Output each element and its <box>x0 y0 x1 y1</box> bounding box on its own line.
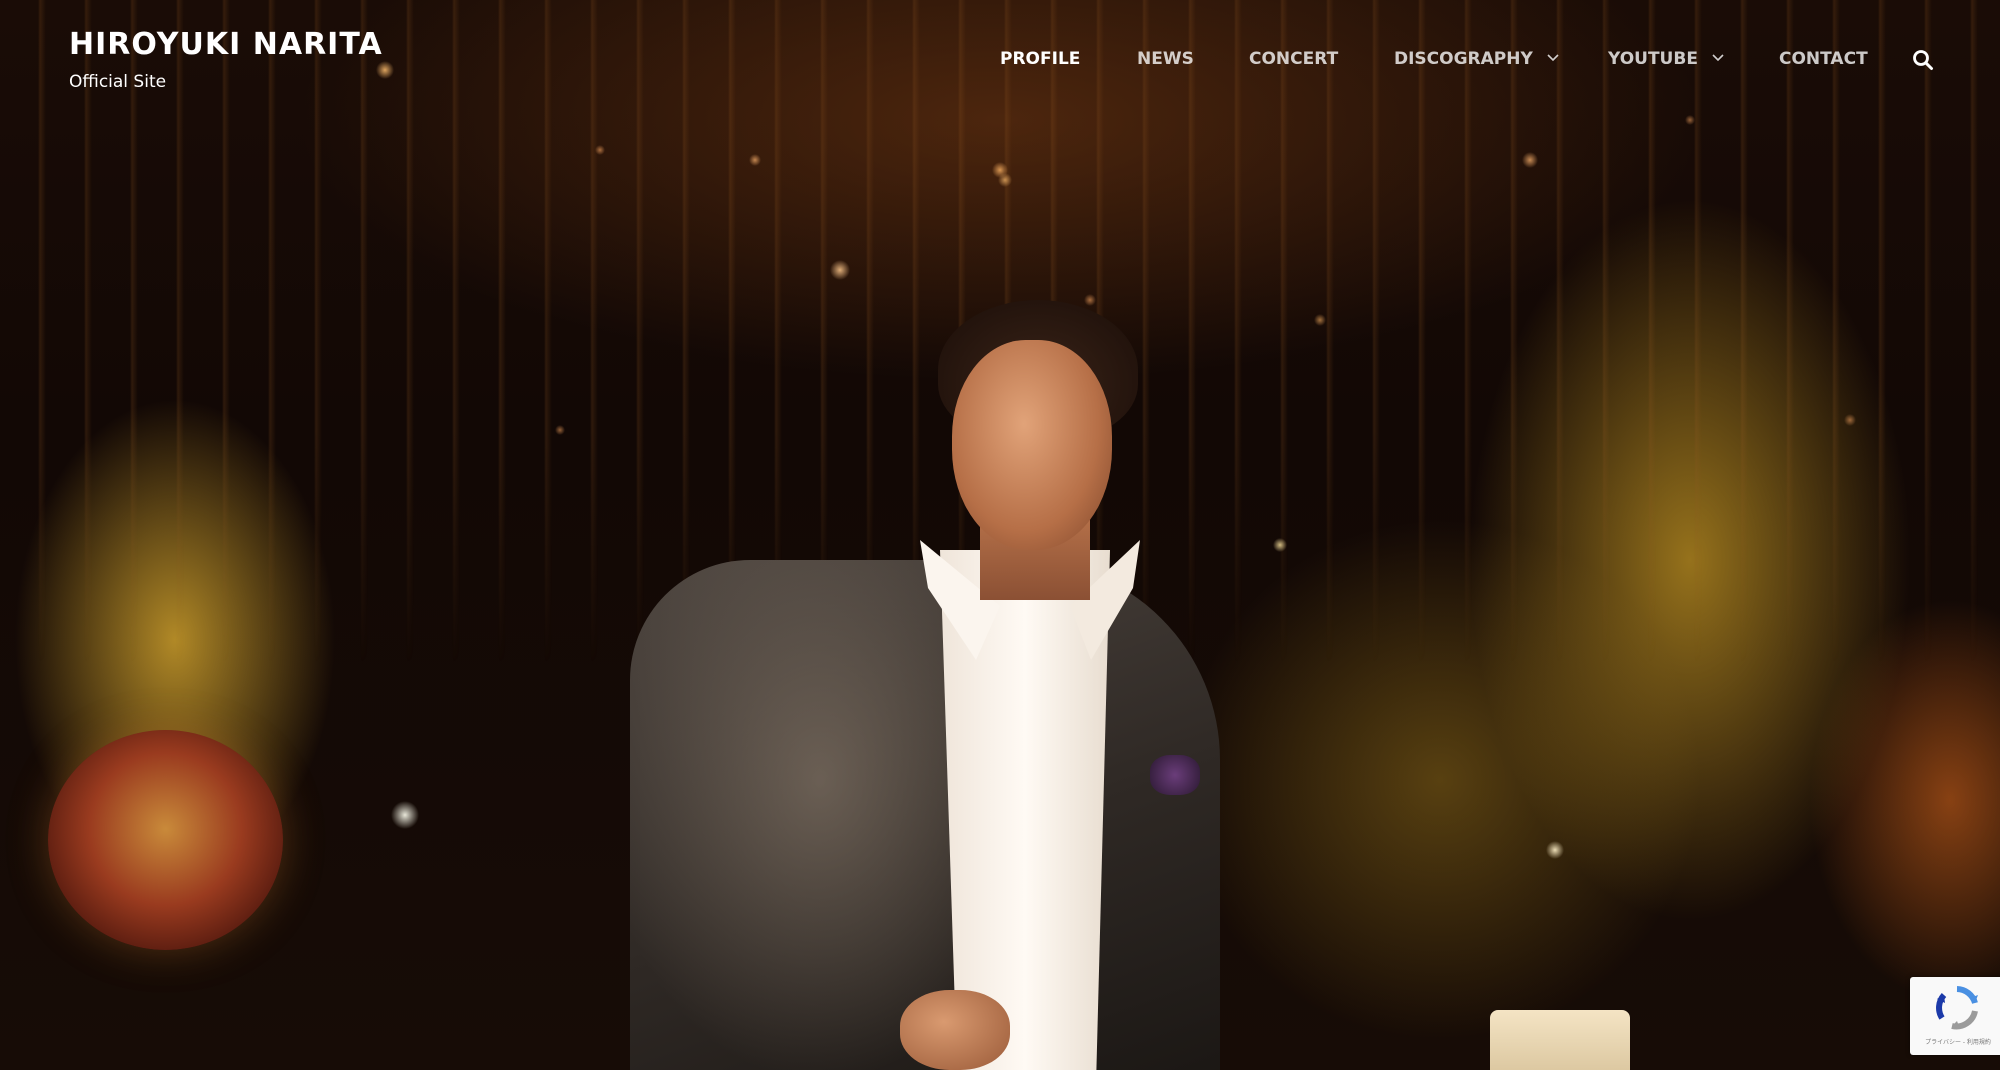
nav-item-label: DISCOGRAPHY <box>1394 49 1533 69</box>
search-icon <box>1913 50 1933 70</box>
nav-item-profile[interactable]: PROFILE <box>1000 47 1080 71</box>
nav-item-concert[interactable]: CONCERT <box>1249 47 1338 71</box>
nav-item-label: YOUTUBE <box>1608 49 1698 69</box>
chevron-down-icon <box>1712 54 1724 62</box>
hero-image <box>0 0 2000 1070</box>
branding: HIROYUKI NARITA Official Site <box>69 26 383 92</box>
site-tagline: Official Site <box>69 72 167 92</box>
nav-item-youtube[interactable]: YOUTUBE <box>1608 47 1724 71</box>
lantern <box>1490 1010 1630 1070</box>
recaptcha-links[interactable]: プライバシー - 利用規約 <box>1916 1037 2000 1046</box>
hand <box>900 990 1010 1070</box>
nav-item-label: CONTACT <box>1779 49 1868 69</box>
face <box>952 340 1112 550</box>
search-button[interactable] <box>1912 49 1934 71</box>
recaptcha-icon <box>1936 986 1978 1030</box>
performer-figure <box>620 300 1220 1070</box>
nav-item-contact[interactable]: CONTACT <box>1779 47 1868 71</box>
recaptcha-badge[interactable]: プライバシー - 利用規約 <box>1910 977 2000 1055</box>
nav-item-label: CONCERT <box>1249 49 1339 69</box>
nav-item-discography[interactable]: DISCOGRAPHY <box>1394 47 1559 71</box>
temple-medallion <box>48 730 283 950</box>
site-header: HIROYUKI NARITA Official Site PROFILE NE… <box>0 0 2000 110</box>
nav-item-label: NEWS <box>1137 49 1194 69</box>
nav-item-label: PROFILE <box>1000 49 1081 69</box>
nav-item-news[interactable]: NEWS <box>1137 47 1194 71</box>
chevron-down-icon <box>1547 54 1559 62</box>
pocket-square <box>1150 755 1200 795</box>
site-title-link[interactable]: HIROYUKI NARITA <box>69 26 383 64</box>
